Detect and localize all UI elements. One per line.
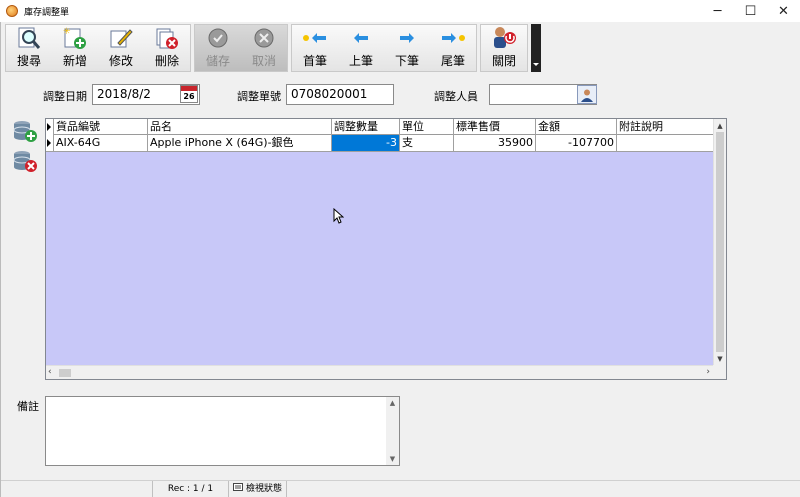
remark-field[interactable]: ▲ ▼ bbox=[45, 396, 400, 466]
save-button[interactable]: 儲存 bbox=[195, 25, 241, 71]
save-icon bbox=[204, 25, 232, 50]
column-header[interactable]: 標準售價 bbox=[454, 119, 536, 135]
scroll-right-icon[interactable]: › bbox=[706, 367, 710, 377]
remark-label: 備註 bbox=[17, 400, 39, 413]
delete-button[interactable]: 刪除 bbox=[144, 25, 190, 71]
row-indicator bbox=[46, 135, 54, 151]
toolbar: 搜尋 ✳ 新增 修改 刪除 儲存 取消 首筆 上筆 下筆 尾筆 關閉 bbox=[5, 24, 541, 72]
keyboard-icon bbox=[233, 481, 243, 497]
arrow-right-icon bbox=[393, 25, 421, 50]
cell-price[interactable]: 35900 bbox=[454, 135, 536, 151]
maximize-button[interactable]: ☐ bbox=[734, 0, 767, 22]
toolbar-group-nav: 首筆 上筆 下筆 尾筆 bbox=[291, 24, 477, 72]
close-form-button[interactable]: 關閉 bbox=[481, 25, 527, 71]
toolbar-group-edit: 搜尋 ✳ 新增 修改 刪除 bbox=[5, 24, 191, 72]
record-counter: Rec : 1 / 1 bbox=[153, 481, 229, 497]
header-fields: 調整日期 2018/8/2 26 調整單號 0708020001 調整人員 bbox=[1, 84, 800, 106]
person-picker-icon[interactable] bbox=[577, 85, 597, 104]
mode-status: 檢視狀態 bbox=[229, 481, 288, 497]
date-label: 調整日期 bbox=[43, 90, 87, 103]
cell-code[interactable]: AIX-64G bbox=[54, 135, 148, 151]
scroll-down-icon[interactable]: ▼ bbox=[386, 455, 399, 463]
scroll-left-icon[interactable]: ‹ bbox=[48, 367, 52, 377]
table-row[interactable]: AIX-64G Apple iPhone X (64G)-銀色 -3 支 359… bbox=[46, 135, 714, 152]
number-field[interactable]: 0708020001 bbox=[286, 84, 394, 105]
delete-row-icon[interactable] bbox=[13, 150, 39, 174]
toolbar-overflow-grip[interactable] bbox=[531, 24, 541, 72]
title-bar: 庫存調整單 ─ ☐ ✕ bbox=[0, 0, 800, 22]
minimize-button[interactable]: ─ bbox=[701, 0, 734, 22]
window-title: 庫存調整單 bbox=[24, 7, 70, 18]
cell-name[interactable]: Apple iPhone X (64G)-銀色 bbox=[148, 135, 332, 151]
exit-icon bbox=[490, 24, 518, 50]
prev-record-button[interactable]: 上筆 bbox=[338, 25, 384, 71]
scroll-up-icon[interactable]: ▲ bbox=[714, 119, 726, 132]
first-arrow-icon bbox=[301, 25, 329, 50]
close-window-button[interactable]: ✕ bbox=[767, 0, 800, 22]
app-icon bbox=[6, 5, 18, 17]
scroll-down-icon[interactable]: ▼ bbox=[714, 352, 726, 365]
number-label: 調整單號 bbox=[237, 90, 281, 103]
cell-amount[interactable]: -107700 bbox=[536, 135, 617, 151]
add-icon: ✳ bbox=[61, 25, 89, 50]
column-header[interactable]: 附註說明 bbox=[617, 119, 714, 135]
window-controls: ─ ☐ ✕ bbox=[701, 0, 800, 22]
cell-note[interactable] bbox=[617, 135, 714, 151]
grid-header: 貨品編號 品名 調整數量 單位 標準售價 金額 附註說明 bbox=[46, 119, 714, 135]
grid-vertical-scrollbar[interactable]: ▲ ▼ bbox=[713, 119, 726, 365]
search-button[interactable]: 搜尋 bbox=[6, 25, 52, 71]
cancel-icon bbox=[250, 25, 278, 50]
grid-horizontal-scrollbar[interactable]: ‹ › bbox=[46, 365, 714, 379]
window-frame: 搜尋 ✳ 新增 修改 刪除 儲存 取消 首筆 上筆 下筆 尾筆 關閉 調整日期 … bbox=[0, 22, 800, 497]
delete-icon bbox=[153, 25, 181, 50]
first-record-button[interactable]: 首筆 bbox=[292, 25, 338, 71]
cell-qty[interactable]: -3 bbox=[332, 135, 400, 151]
calendar-icon[interactable]: 26 bbox=[180, 85, 198, 103]
column-header[interactable]: 貨品編號 bbox=[54, 119, 148, 135]
column-header[interactable]: 金額 bbox=[536, 119, 617, 135]
status-empty bbox=[1, 481, 153, 497]
person-label: 調整人員 bbox=[434, 90, 478, 103]
next-record-button[interactable]: 下筆 bbox=[384, 25, 430, 71]
mouse-pointer-icon bbox=[333, 207, 345, 227]
cancel-button[interactable]: 取消 bbox=[241, 25, 287, 71]
column-header[interactable]: 調整數量 bbox=[332, 119, 400, 135]
column-header[interactable]: 單位 bbox=[400, 119, 454, 135]
detail-grid[interactable]: 貨品編號 品名 調整數量 單位 標準售價 金額 附註說明 AIX-64G App… bbox=[45, 118, 727, 380]
remark-scrollbar[interactable]: ▲ ▼ bbox=[386, 397, 399, 465]
last-arrow-icon bbox=[439, 25, 467, 50]
edit-button[interactable]: 修改 bbox=[98, 25, 144, 71]
scroll-thumb[interactable] bbox=[716, 132, 724, 352]
scroll-up-icon[interactable]: ▲ bbox=[386, 399, 399, 407]
add-row-icon[interactable] bbox=[13, 120, 39, 144]
toolbar-group-save: 儲存 取消 bbox=[194, 24, 288, 72]
add-button[interactable]: ✳ 新增 bbox=[52, 25, 98, 71]
svg-text:✳: ✳ bbox=[63, 27, 71, 37]
cell-unit[interactable]: 支 bbox=[400, 135, 454, 151]
scrollbar-corner bbox=[713, 365, 726, 379]
scroll-thumb[interactable] bbox=[59, 369, 71, 377]
arrow-left-icon bbox=[347, 25, 375, 50]
pencil-icon bbox=[107, 25, 135, 50]
row-indicator-header bbox=[46, 119, 54, 135]
status-bar: Rec : 1 / 1 檢視狀態 bbox=[1, 480, 800, 497]
column-header[interactable]: 品名 bbox=[148, 119, 332, 135]
last-record-button[interactable]: 尾筆 bbox=[430, 25, 476, 71]
toolbar-group-close: 關閉 bbox=[480, 24, 528, 72]
search-icon bbox=[15, 25, 43, 50]
